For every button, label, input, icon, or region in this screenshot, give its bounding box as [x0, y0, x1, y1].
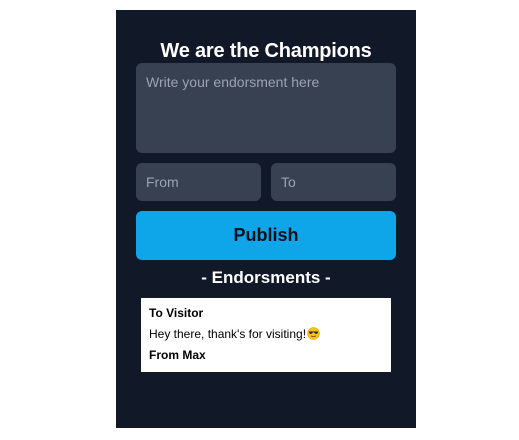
endorsement-to: To Visitor: [149, 306, 204, 320]
endorsement-message: Hey there, thank's for visiting!: [149, 327, 307, 341]
endorsement-message-row: Hey there, thank's for visiting!: [149, 327, 383, 341]
to-input[interactable]: [271, 163, 396, 201]
endorsement-textarea[interactable]: [136, 63, 396, 153]
from-input[interactable]: [136, 163, 261, 201]
endorsements-heading: - Endorsments -: [201, 268, 331, 287]
sunglasses-emoji-icon: [307, 327, 320, 340]
endorsement-from: From Max: [149, 348, 206, 362]
app-container: We are the Champions Publish - Endorsmen…: [116, 10, 416, 428]
publish-button[interactable]: Publish: [136, 211, 396, 260]
app-title: We are the Champions: [160, 40, 372, 62]
endorsement-card: To Visitor Hey there, thank's for visiti…: [141, 298, 391, 372]
